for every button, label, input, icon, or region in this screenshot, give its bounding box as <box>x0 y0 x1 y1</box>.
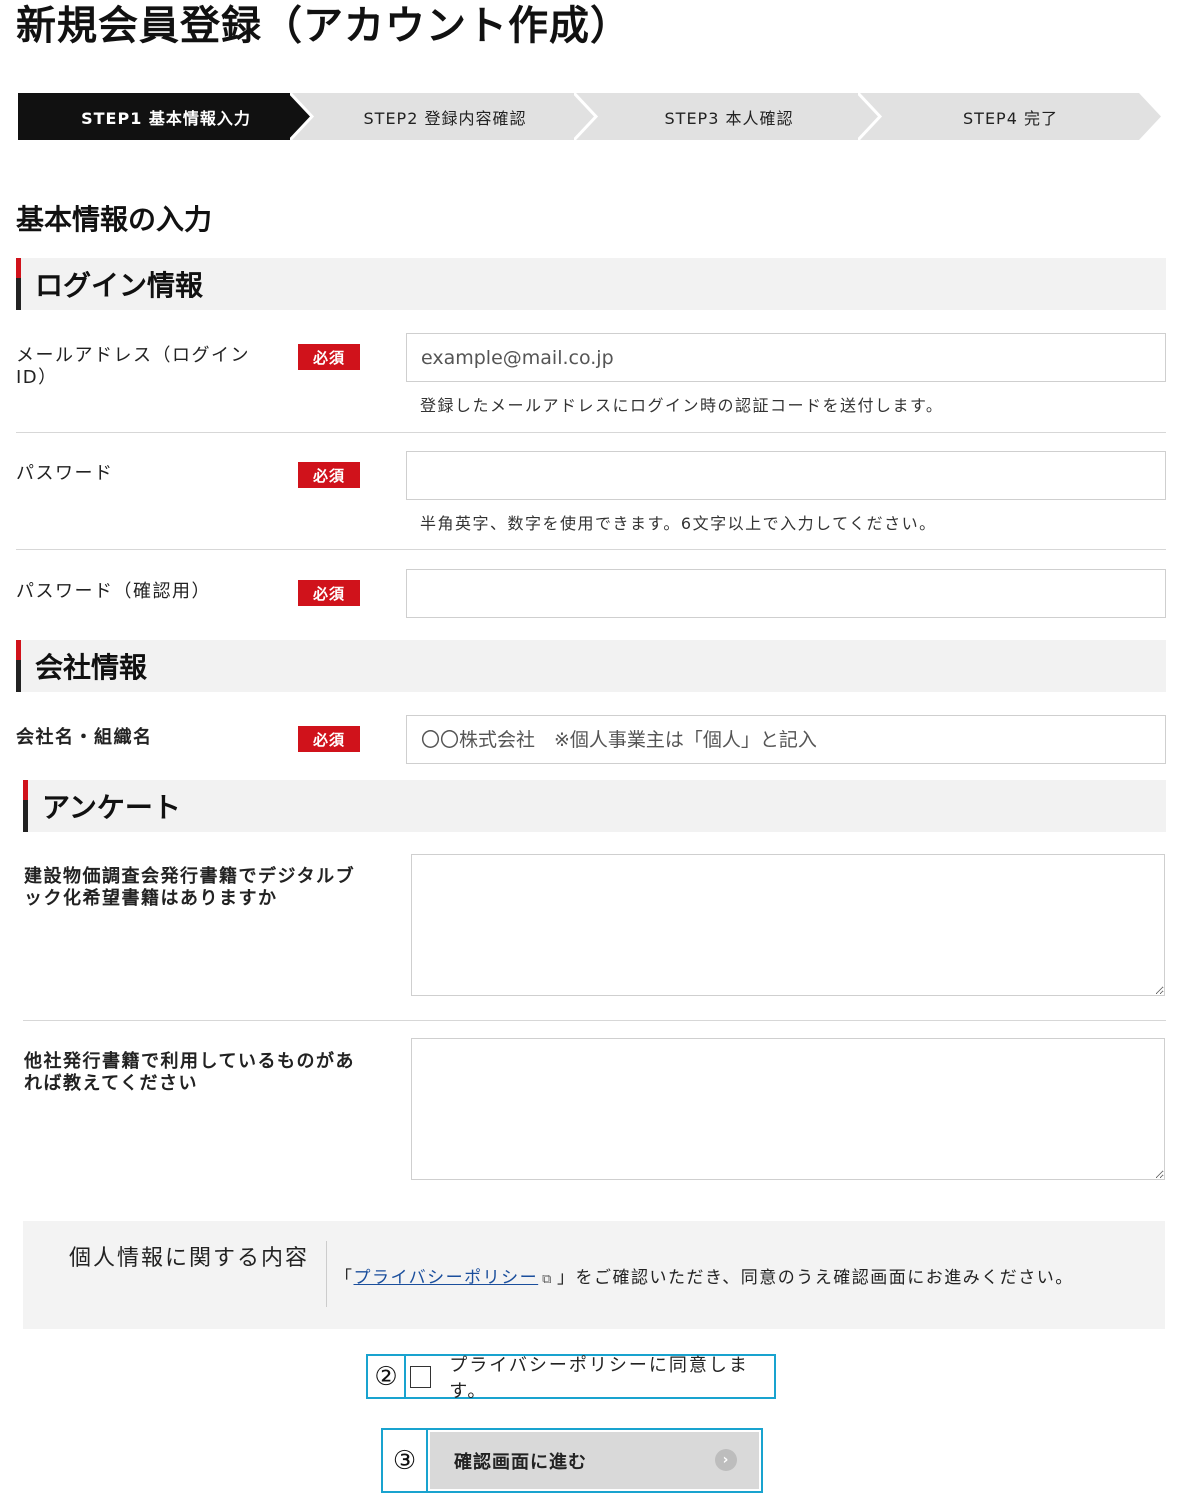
step-1: STEP1 基本情報入力 <box>18 93 314 140</box>
privacy-agree-label: プライバシーポリシーに同意します。 <box>449 1354 749 1402</box>
privacy-text-close: 」をご確認いただき、同意のうえ確認画面にお進みください。 <box>556 1268 1074 1288</box>
company-name-field[interactable] <box>406 715 1166 764</box>
survey-q1-textarea[interactable] <box>411 854 1165 996</box>
email-field[interactable] <box>406 333 1166 382</box>
company-section-title: 会社情報 <box>16 640 1166 692</box>
privacy-text-open: 「 <box>335 1268 354 1288</box>
survey-section-title-text: アンケート <box>42 791 181 824</box>
divider <box>16 549 1166 550</box>
company-section-title-text: 会社情報 <box>35 651 148 684</box>
password-hint: 半角英字、数字を使用できます。6文字以上で入力してください。 <box>420 514 937 533</box>
section-heading: 基本情報の入力 <box>16 203 213 236</box>
privacy-title: 個人情報に関する内容 <box>69 1246 310 1271</box>
password-confirm-label: パスワード（確認用） <box>16 581 211 602</box>
privacy-agree-checkbox[interactable] <box>410 1365 432 1388</box>
required-badge: 必須 <box>298 344 360 370</box>
password-confirm-field[interactable] <box>406 569 1166 618</box>
divider <box>16 432 1166 433</box>
email-hint: 登録したメールアドレスにログイン時の認証コードを送付します。 <box>420 396 944 415</box>
step-4: STEP4 完了 <box>858 93 1163 140</box>
submit-button-frame: 確認画面に進む › <box>426 1428 763 1493</box>
step-marker-2: ② <box>366 1354 406 1399</box>
password-label: パスワード <box>16 463 114 484</box>
step-4-label: STEP4 完了 <box>963 108 1058 128</box>
password-field[interactable] <box>406 451 1166 500</box>
step-marker-3: ③ <box>381 1428 428 1493</box>
login-section-title-text: ログイン情報 <box>35 269 204 302</box>
email-label: メールアドレス（ログインID） <box>16 345 250 388</box>
survey-section-title: アンケート <box>23 780 1166 832</box>
survey-q1-label: 建設物価調査会発行書籍でデジタルブック化希望書籍はありますか <box>24 866 356 909</box>
privacy-box: 個人情報に関する内容 「プライバシーポリシー ⧉ 」をご確認いただき、同意のうえ確認… <box>23 1221 1165 1329</box>
required-badge: 必須 <box>298 726 360 752</box>
step-2: STEP2 登録内容確認 <box>290 93 600 140</box>
page-title: 新規会員登録（アカウント作成） <box>16 3 631 49</box>
confirm-button[interactable]: 確認画面に進む › <box>430 1432 759 1489</box>
survey-q2-label: 他社発行書籍で利用しているものがあれば教えてください <box>24 1051 355 1094</box>
survey-q2-textarea[interactable] <box>411 1038 1165 1180</box>
step-progress: STEP1 基本情報入力 STEP2 登録内容確認 STEP3 本人確認 STE… <box>18 93 1163 140</box>
privacy-policy-link[interactable]: プライバシーポリシー <box>354 1268 539 1288</box>
step-2-label: STEP2 登録内容確認 <box>363 108 527 128</box>
login-section-title: ログイン情報 <box>16 258 1166 310</box>
privacy-text: 「プライバシーポリシー ⧉ 」をご確認いただき、同意のうえ確認画面にお進みください。 <box>335 1263 1074 1288</box>
step-3: STEP3 本人確認 <box>574 93 884 140</box>
step-1-label: STEP1 基本情報入力 <box>81 108 251 128</box>
privacy-agree-option[interactable]: プライバシーポリシーに同意します。 <box>404 1354 776 1402</box>
confirm-button-label: 確認画面に進む <box>454 1451 587 1473</box>
required-badge: 必須 <box>298 462 360 488</box>
step-3-label: STEP3 本人確認 <box>664 108 794 128</box>
privacy-separator <box>326 1241 327 1307</box>
chevron-right-icon: › <box>715 1449 737 1471</box>
company-name-label: 会社名・組織名 <box>16 727 153 748</box>
required-badge: 必須 <box>298 580 360 606</box>
external-link-icon: ⧉ <box>542 1272 553 1287</box>
divider <box>23 1020 1166 1021</box>
